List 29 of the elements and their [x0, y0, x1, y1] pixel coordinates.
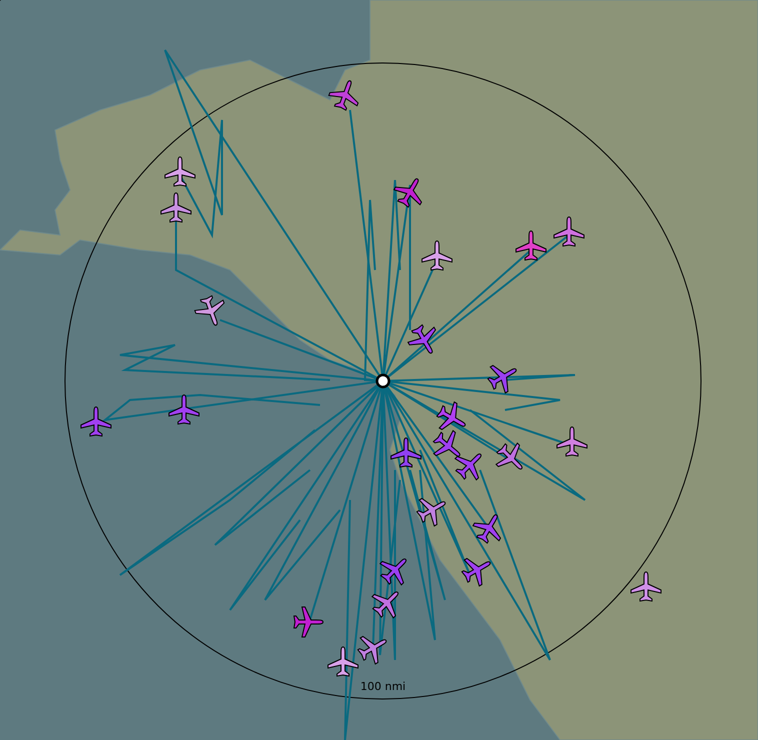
airplane-icon[interactable]: [328, 646, 358, 676]
airplane-icon[interactable]: [164, 156, 196, 186]
airplane-icon[interactable]: [556, 426, 588, 456]
airplane-icon[interactable]: [160, 192, 192, 222]
airplane-icon[interactable]: [436, 402, 466, 430]
airplane-icon[interactable]: [454, 453, 482, 480]
airplane-icon[interactable]: [390, 438, 422, 468]
airplane-icon[interactable]: [432, 430, 460, 457]
airplane-icon[interactable]: [422, 240, 452, 270]
airplane-icon[interactable]: [516, 230, 546, 260]
airplane-icon[interactable]: [357, 636, 387, 664]
airplane-icon[interactable]: [496, 442, 523, 470]
airplane-icon[interactable]: [394, 178, 422, 208]
receiver-location-icon: [376, 374, 390, 388]
airplane-icon[interactable]: [168, 394, 200, 424]
airplane-icon[interactable]: [416, 498, 446, 526]
airplane-icon[interactable]: [408, 324, 436, 354]
airplane-icon[interactable]: [80, 406, 112, 436]
airplane-icon[interactable]: [630, 572, 662, 602]
airplane-icon[interactable]: [328, 80, 359, 111]
airplane-icon[interactable]: [294, 606, 324, 638]
airplane-icon[interactable]: [461, 558, 491, 586]
airplane-icon[interactable]: [372, 591, 399, 618]
airplane-icon[interactable]: [472, 514, 501, 544]
airplane-icon[interactable]: [487, 365, 517, 394]
airplane-icon[interactable]: [554, 216, 584, 246]
airplane-icon[interactable]: [380, 558, 407, 586]
range-label: 100 nmi: [360, 680, 406, 693]
airplane-icon[interactable]: [194, 295, 225, 326]
